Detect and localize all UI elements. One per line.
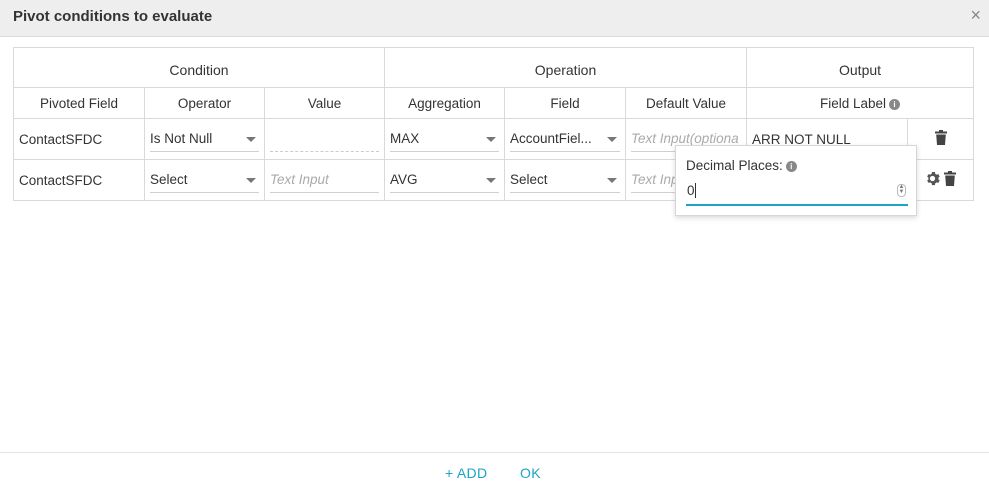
field-select[interactable]: Select — [510, 167, 621, 193]
trash-icon[interactable] — [943, 171, 956, 189]
decimal-places-label-text: Decimal Places: — [686, 158, 783, 173]
text-caret — [694, 183, 696, 198]
operator-cell: Is Not Null — [144, 118, 265, 160]
col-field: Field — [504, 87, 627, 119]
chevron-down-icon — [246, 137, 256, 142]
operator-select-value: Is Not Null — [150, 131, 213, 146]
field-cell: Select — [504, 159, 627, 201]
col-pivoted-field: Pivoted Field — [13, 87, 145, 119]
column-header-row: Pivoted Field Operator Value Aggregation… — [13, 87, 975, 119]
col-default-value: Default Value — [625, 87, 748, 119]
chevron-down-icon — [486, 178, 497, 183]
operator-cell: Select — [144, 159, 265, 201]
number-spinner[interactable]: ▲ ▼ — [897, 184, 906, 197]
aggregation-select-value: MAX — [390, 131, 420, 146]
group-header-row: Condition Operation Output — [12, 47, 975, 88]
chevron-down-icon — [607, 178, 618, 183]
spinner-down-icon[interactable]: ▼ — [898, 189, 905, 195]
field-select-value: Select — [510, 172, 548, 187]
operator-select[interactable]: Select — [150, 167, 259, 193]
col-field-label: Field Label i — [746, 87, 975, 119]
operator-select[interactable]: Is Not Null — [150, 126, 259, 152]
field-select[interactable]: AccountFiel... — [510, 126, 621, 152]
info-icon[interactable]: i — [785, 161, 797, 172]
chevron-down-icon — [607, 137, 618, 142]
aggregation-select[interactable]: MAX — [390, 126, 500, 152]
field-select-value: AccountFiel... — [510, 131, 592, 146]
actions-cell — [907, 159, 975, 201]
col-operator: Operator — [144, 87, 265, 119]
trash-icon[interactable] — [934, 130, 947, 148]
col-aggregation: Aggregation — [384, 87, 506, 119]
value-input[interactable] — [270, 126, 380, 152]
decimal-places-popover: Decimal Places: i 0 ▲ ▼ — [675, 145, 917, 216]
col-value: Value — [263, 87, 386, 119]
pivoted-field-cell: ContactSFDC — [13, 159, 145, 201]
aggregation-select[interactable]: AVG — [390, 167, 500, 193]
dialog-header: Pivot conditions to evaluate × — [0, 0, 989, 37]
info-icon[interactable]: i — [889, 98, 901, 110]
pivot-conditions-dialog: Pivot conditions to evaluate × Condition… — [0, 0, 989, 493]
group-output: Output — [746, 47, 975, 88]
dialog-title: Pivot conditions to evaluate — [13, 8, 213, 25]
field-cell: AccountFiel... — [504, 118, 627, 160]
decimal-places-value: 0 — [687, 183, 695, 198]
aggregation-cell: AVG — [384, 159, 506, 201]
aggregation-cell: MAX — [384, 118, 506, 160]
gear-icon[interactable] — [925, 171, 940, 189]
operator-select-value: Select — [150, 172, 188, 187]
value-cell: Text Input — [263, 159, 386, 201]
group-condition: Condition — [12, 47, 386, 88]
group-operation: Operation — [384, 47, 748, 88]
aggregation-select-value: AVG — [390, 172, 418, 187]
ok-button[interactable]: OK — [520, 465, 541, 481]
decimal-places-label: Decimal Places: i — [686, 158, 797, 173]
pivoted-field-cell: ContactSFDC — [13, 118, 145, 160]
col-field-label-text: Field Label — [819, 95, 887, 111]
close-icon[interactable]: × — [970, 6, 981, 24]
decimal-places-input[interactable]: 0 ▲ ▼ — [686, 180, 908, 206]
actions-cell — [907, 118, 975, 160]
chevron-down-icon — [246, 178, 256, 183]
value-input[interactable]: Text Input — [270, 167, 380, 193]
value-cell — [263, 118, 386, 160]
chevron-down-icon — [486, 137, 497, 142]
add-button[interactable]: + ADD — [445, 465, 487, 481]
dialog-footer: + ADD OK — [0, 452, 989, 493]
